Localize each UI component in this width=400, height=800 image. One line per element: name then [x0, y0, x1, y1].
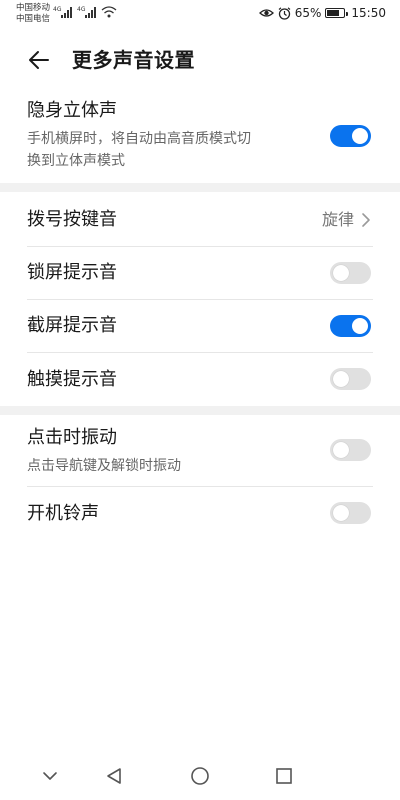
- back-button[interactable]: [24, 46, 54, 74]
- touch-sound-toggle[interactable]: [330, 368, 371, 390]
- clock: 15:50: [351, 6, 386, 20]
- signal-icon-2: 4G: [77, 6, 96, 18]
- battery-fill: [327, 10, 340, 16]
- system-nav-bar: [0, 752, 400, 800]
- status-right-group: 65% 15:50: [258, 5, 386, 21]
- svg-text:4G: 4G: [77, 6, 86, 13]
- arrow-left-icon: [29, 51, 49, 69]
- setting-dial-tone[interactable]: 拨号按键音 旋律: [0, 193, 400, 246]
- section-divider: [0, 406, 400, 415]
- stereo-toggle[interactable]: [330, 125, 371, 147]
- home-circle-icon: [191, 767, 209, 785]
- setting-vibrate-on-tap-title: 点击时振动: [27, 427, 117, 448]
- nav-back-button[interactable]: [100, 762, 128, 790]
- setting-boot-ringtone-title: 开机铃声: [27, 503, 99, 524]
- section-divider: [0, 183, 400, 192]
- toggle-knob: [352, 318, 368, 334]
- setting-lock-sound-title: 锁屏提示音: [27, 262, 117, 283]
- battery-percent: 65%: [294, 6, 322, 20]
- chevron-right-icon: [362, 213, 370, 227]
- recents-square-icon: [276, 768, 292, 784]
- boot-ringtone-toggle[interactable]: [330, 502, 371, 524]
- setting-boot-ringtone[interactable]: 开机铃声: [0, 487, 400, 540]
- nav-collapse-button[interactable]: [36, 762, 64, 790]
- eye-comfort-icon: [258, 9, 274, 17]
- setting-stereo-subtitle-1: 手机横屏时，将自动由高音质模式切: [27, 131, 251, 147]
- setting-screenshot-sound-title: 截屏提示音: [27, 315, 117, 336]
- toggle-knob: [333, 265, 349, 281]
- nav-recents-button[interactable]: [270, 762, 298, 790]
- alarm-icon: [278, 6, 291, 20]
- screenshot-sound-toggle[interactable]: [330, 315, 371, 337]
- page-title: 更多声音设置: [72, 48, 195, 72]
- toggle-knob: [333, 505, 349, 521]
- setting-stereo-title: 隐身立体声: [27, 100, 117, 121]
- lock-sound-toggle[interactable]: [330, 262, 371, 284]
- carrier-2: 中国电信: [16, 14, 51, 24]
- setting-stereo-subtitle-2: 换到立体声模式: [27, 153, 125, 169]
- setting-dial-tone-value: 旋律: [321, 210, 354, 229]
- setting-dial-tone-title: 拨号按键音: [27, 209, 117, 230]
- signal-icon: 4G: [53, 6, 72, 18]
- vibrate-on-tap-toggle[interactable]: [330, 439, 371, 461]
- battery-icon: [325, 8, 348, 18]
- carrier-labels: 中国移动 中国电信: [16, 3, 50, 25]
- setting-stereo[interactable]: 隐身立体声 手机横屏时，将自动由高音质模式切 换到立体声模式: [0, 95, 400, 180]
- toggle-knob: [333, 371, 349, 387]
- toggle-knob: [352, 128, 368, 144]
- setting-touch-sound-title: 触摸提示音: [27, 369, 117, 390]
- status-bar: 中国移动 中国电信 4G 4G 65% 15:50: [0, 0, 400, 28]
- back-triangle-icon: [107, 768, 121, 784]
- wifi-icon: [101, 6, 117, 18]
- nav-home-button[interactable]: [186, 762, 214, 790]
- chevron-down-icon: [43, 772, 57, 780]
- setting-lock-sound[interactable]: 锁屏提示音: [0, 247, 400, 299]
- carrier-1: 中国移动: [16, 3, 51, 13]
- svg-text:4G: 4G: [53, 6, 62, 13]
- app-header: 更多声音设置: [0, 38, 400, 82]
- setting-vibrate-on-tap-subtitle: 点击导航键及解锁时振动: [27, 458, 181, 474]
- setting-screenshot-sound[interactable]: 截屏提示音: [0, 300, 400, 352]
- setting-touch-sound[interactable]: 触摸提示音: [0, 353, 400, 405]
- toggle-knob: [333, 442, 349, 458]
- setting-vibrate-on-tap[interactable]: 点击时振动 点击导航键及解锁时振动: [0, 415, 400, 486]
